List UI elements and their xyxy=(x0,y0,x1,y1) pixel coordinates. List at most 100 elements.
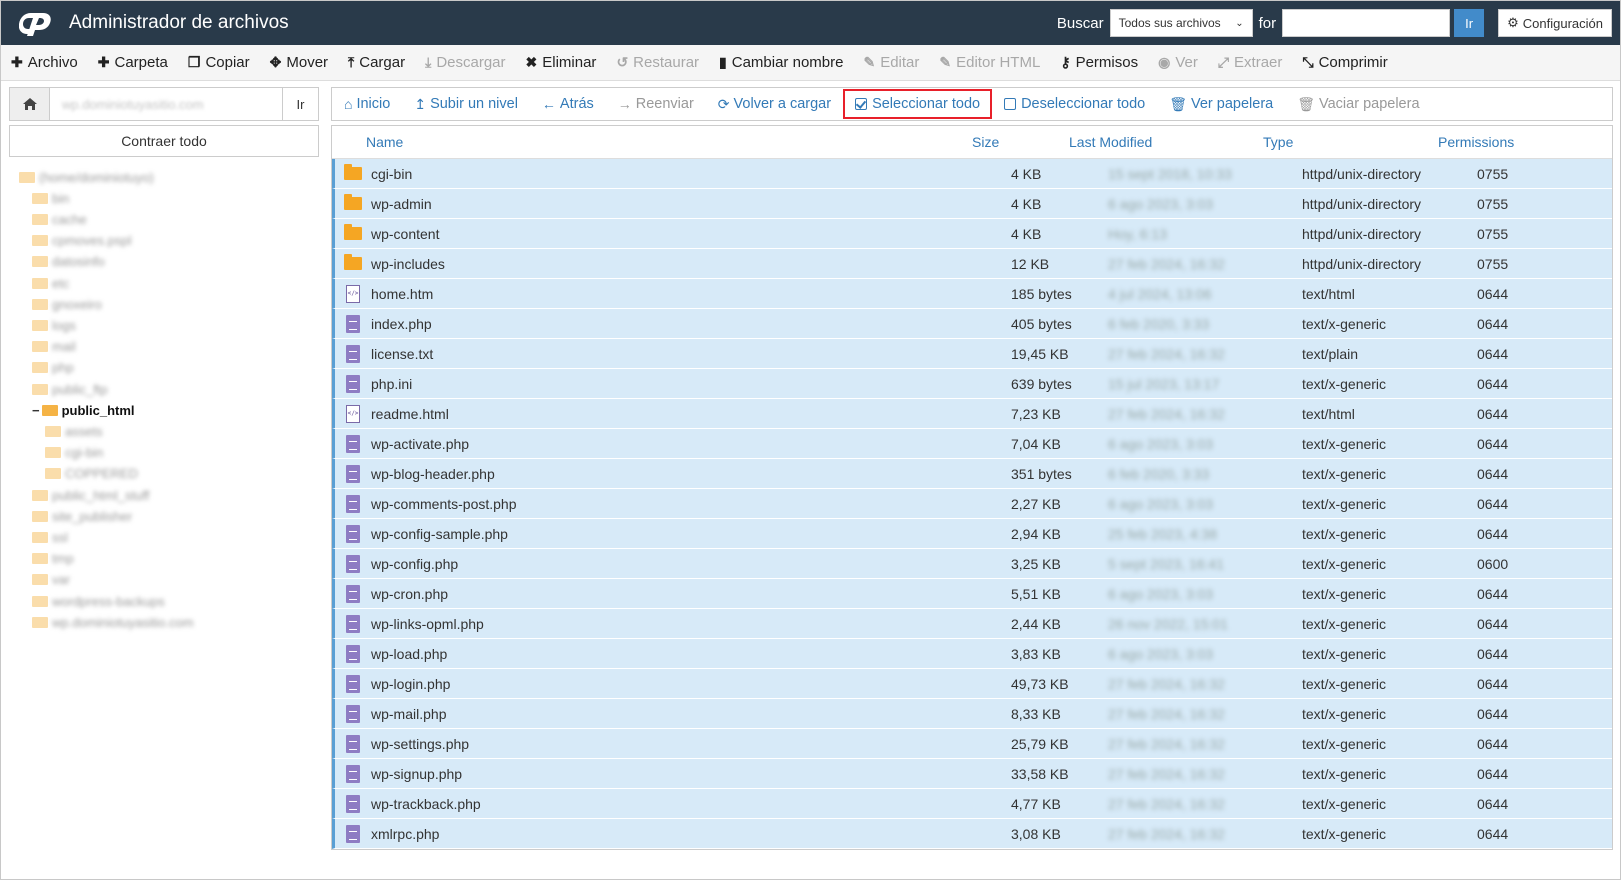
nav-seleccionar-todo-button[interactable]: Seleccionar todo xyxy=(843,89,993,119)
toolbar-ver-button[interactable]: ◉ Ver xyxy=(1158,54,1198,71)
file-type-text: text/x-generic xyxy=(1302,495,1387,512)
toolbar-cambiar-nombre-button[interactable]: ▮ Cambiar nombre xyxy=(719,54,843,71)
tree-item[interactable]: etc xyxy=(32,273,69,293)
table-row[interactable]: wp-config.php 3,25 KB 5 sept 2023, 16:41 te… xyxy=(332,549,1612,579)
table-row[interactable]: wp-links-opml.php 2,44 KB 26 nov 2022, 15:… xyxy=(332,609,1612,639)
collapse-all-button[interactable]: Contraer todo xyxy=(9,125,319,157)
table-row[interactable]: xmlrpc.php 3,08 KB 27 feb 2024, 16:32 text/… xyxy=(332,819,1612,849)
toolbar-permisos-button[interactable]: ⚷ Permisos xyxy=(1060,54,1138,71)
file-name-text: wp-trackback.php xyxy=(371,795,481,812)
home-button[interactable] xyxy=(10,88,50,120)
file-modified-text: 4 jul 2024, 13:06 xyxy=(1108,285,1212,302)
table-row[interactable]: wp-cron.php 5,51 KB 6 ago 2023, 3:03 text/x… xyxy=(332,579,1612,609)
file-type-text: text/plain xyxy=(1302,345,1359,362)
tree-item[interactable]: gnoxeiro xyxy=(32,294,102,314)
toolbar-cargar-button[interactable]: ⤒ Cargar xyxy=(348,54,405,71)
table-row[interactable]: wp-blog-header.php 351 bytes 6 feb 2020, 3… xyxy=(332,459,1612,489)
nav-subir-un-nivel-button[interactable]: ↥ Subir un nivel xyxy=(414,89,518,119)
file-name: wp-comments-post.php xyxy=(371,496,1011,512)
column-header-permissions[interactable]: Permissions xyxy=(1438,134,1538,150)
table-row[interactable]: wp-comments-post.php 2,27 KB 6 ago 2023, 3… xyxy=(332,489,1612,519)
nav-ver-papelera-button[interactable]: 🗑 Ver papelera xyxy=(1169,89,1273,119)
tree-item[interactable]: ssl xyxy=(32,527,68,547)
toolbar-carpeta-button[interactable]: ✚ Carpeta xyxy=(98,54,168,71)
tree-item[interactable]: COPPERED xyxy=(45,464,138,484)
table-row[interactable]: wp-mail.php 8,33 KB 27 feb 2024, 16:32 text… xyxy=(332,699,1612,729)
tree-item[interactable]: tmp xyxy=(32,549,74,569)
tree-item[interactable]: cgi-bin xyxy=(45,443,103,463)
nav-atrás-button[interactable]: ← Atrás xyxy=(542,89,594,119)
nav-deseleccionar-todo-button[interactable]: Deseleccionar todo xyxy=(1004,89,1145,119)
file-size: 49,73 KB xyxy=(1011,676,1108,692)
settings-label: Configuración xyxy=(1522,15,1603,31)
table-row[interactable]: wp-content 4 KB Hoy, 6:13 httpd/unix-direct… xyxy=(332,219,1612,249)
tree-item[interactable]: (home/dominiotuyo) xyxy=(19,167,154,187)
toolbar-editar-button[interactable]: ✎ Editar xyxy=(863,54,919,71)
tree-item[interactable]: public_html_stuff xyxy=(32,485,149,505)
nav-volver-a-cargar-button[interactable]: ⟳ Volver a cargar xyxy=(718,89,831,119)
tree-item[interactable]: wp.dominiotuyasitio.com xyxy=(32,612,194,632)
nav-vaciar-papelera-button[interactable]: 🗑 Vaciar papelera xyxy=(1297,89,1419,119)
settings-button[interactable]: ⚙ Configuración xyxy=(1498,9,1612,37)
toolbar-editor-html-button[interactable]: ✎ Editor HTML xyxy=(939,54,1040,71)
table-row[interactable]: license.txt 19,45 KB 27 feb 2024, 16:32 tex… xyxy=(332,339,1612,369)
toolbar-restaurar-button[interactable]: ↺ Restaurar xyxy=(616,54,699,71)
tree-item[interactable]: var xyxy=(32,570,70,590)
file-name: wp-load.php xyxy=(371,646,1011,662)
nav-inicio-button[interactable]: ⌂ Inicio xyxy=(344,89,390,119)
table-row[interactable]: wp-config-sample.php 2,94 KB 25 feb 2023, … xyxy=(332,519,1612,549)
toolbar-extraer-button[interactable]: ⤢ Extraer xyxy=(1218,54,1283,71)
toolbar-eliminar-button[interactable]: ✖ Eliminar xyxy=(526,54,597,71)
tree-item[interactable]: cache xyxy=(32,209,87,229)
column-header-type[interactable]: Type xyxy=(1263,134,1438,150)
tree-item[interactable]: − public_html xyxy=(32,400,135,420)
file-modified: 25 feb 2023, 4:38 xyxy=(1108,526,1302,542)
toolbar-comprimir-button[interactable]: ⤡ Comprimir xyxy=(1302,54,1387,71)
row-icon-cell xyxy=(335,224,371,240)
table-row[interactable]: wp-signup.php 33,58 KB 27 feb 2024, 16:32 t… xyxy=(332,759,1612,789)
table-row[interactable]: </> readme.html 7,23 KB 27 feb 2024, 16:32 t… xyxy=(332,399,1612,429)
table-row[interactable]: index.php 405 bytes 6 feb 2020, 3:33 text/x… xyxy=(332,309,1612,339)
table-row[interactable]: wp-includes 12 KB 27 feb 2024, 16:32 httpd/… xyxy=(332,249,1612,279)
file-size: 4 KB xyxy=(1011,226,1108,242)
nav-reenviar-button[interactable]: → Reenviar xyxy=(618,89,694,119)
file-permissions: 0644 xyxy=(1477,706,1577,722)
tree-item[interactable]: datosinfo xyxy=(32,252,105,272)
table-row[interactable]: </> home.htm 185 bytes 4 jul 2024, 13:06 tex… xyxy=(332,279,1612,309)
search-scope-select[interactable]: Todos sus archivos ⌄ xyxy=(1109,9,1253,37)
tree-item[interactable]: site_publisher xyxy=(32,506,132,526)
table-row[interactable]: wp-settings.php 25,79 KB 27 feb 2024, 16:3… xyxy=(332,729,1612,759)
file-permissions: 0755 xyxy=(1477,166,1577,182)
toolbar-descargar-button[interactable]: ⤓ Descargar xyxy=(425,54,505,71)
table-row[interactable]: wp-admin 4 KB 6 ago 2023, 3:03 httpd/unix-d… xyxy=(332,189,1612,219)
table-row[interactable]: php.ini 639 bytes 15 jul 2023, 13:17 text/x… xyxy=(332,369,1612,399)
file-type-text: text/x-generic xyxy=(1302,435,1387,452)
table-row[interactable]: wp-load.php 3,83 KB 6 ago 2023, 3:03 text/x… xyxy=(332,639,1612,669)
search-go-button[interactable]: Ir xyxy=(1454,9,1485,37)
tree-item[interactable]: logs xyxy=(32,315,76,335)
tree-item[interactable]: cpmoves.pspl xyxy=(32,231,131,251)
column-header-modified[interactable]: Last Modified xyxy=(1069,134,1263,150)
collapse-icon[interactable]: − xyxy=(32,403,40,418)
path-input[interactable]: wp.dominiotuyasitio.com xyxy=(50,88,282,120)
toolbar-mover-button[interactable]: ✥ Mover xyxy=(270,54,328,71)
table-row[interactable]: wp-login.php 49,73 KB 27 feb 2024, 16:32 te… xyxy=(332,669,1612,699)
toolbar-copiar-button[interactable]: ❐ Copiar xyxy=(188,54,250,71)
file-permissions-text: 0644 xyxy=(1477,675,1509,692)
path-go-button[interactable]: Ir xyxy=(282,88,318,120)
table-row[interactable]: cgi-bin 4 KB 15 sept 2018, 10:33 httpd/unix… xyxy=(332,159,1612,189)
tree-item[interactable]: mail xyxy=(32,337,76,357)
search-input[interactable] xyxy=(1282,9,1451,37)
tree-item[interactable]: php xyxy=(32,358,74,378)
tree-item[interactable]: wordpress-backups xyxy=(32,591,165,611)
tree-item[interactable]: bin xyxy=(32,188,69,208)
table-row[interactable]: wp-trackback.php 4,77 KB 27 feb 2024, 16:3… xyxy=(332,789,1612,819)
tree-item[interactable]: assets xyxy=(45,421,103,441)
column-header-size[interactable]: Size xyxy=(972,134,1069,150)
toolbar-archivo-button[interactable]: ✚ Archivo xyxy=(11,54,78,71)
column-header-name[interactable]: Name xyxy=(332,134,972,150)
nav-item-label: Vaciar papelera xyxy=(1319,96,1420,112)
cpanel-logo[interactable] xyxy=(19,8,63,38)
table-row[interactable]: wp-activate.php 7,04 KB 6 ago 2023, 3:03 te… xyxy=(332,429,1612,459)
tree-item[interactable]: public_ftp xyxy=(32,379,108,399)
